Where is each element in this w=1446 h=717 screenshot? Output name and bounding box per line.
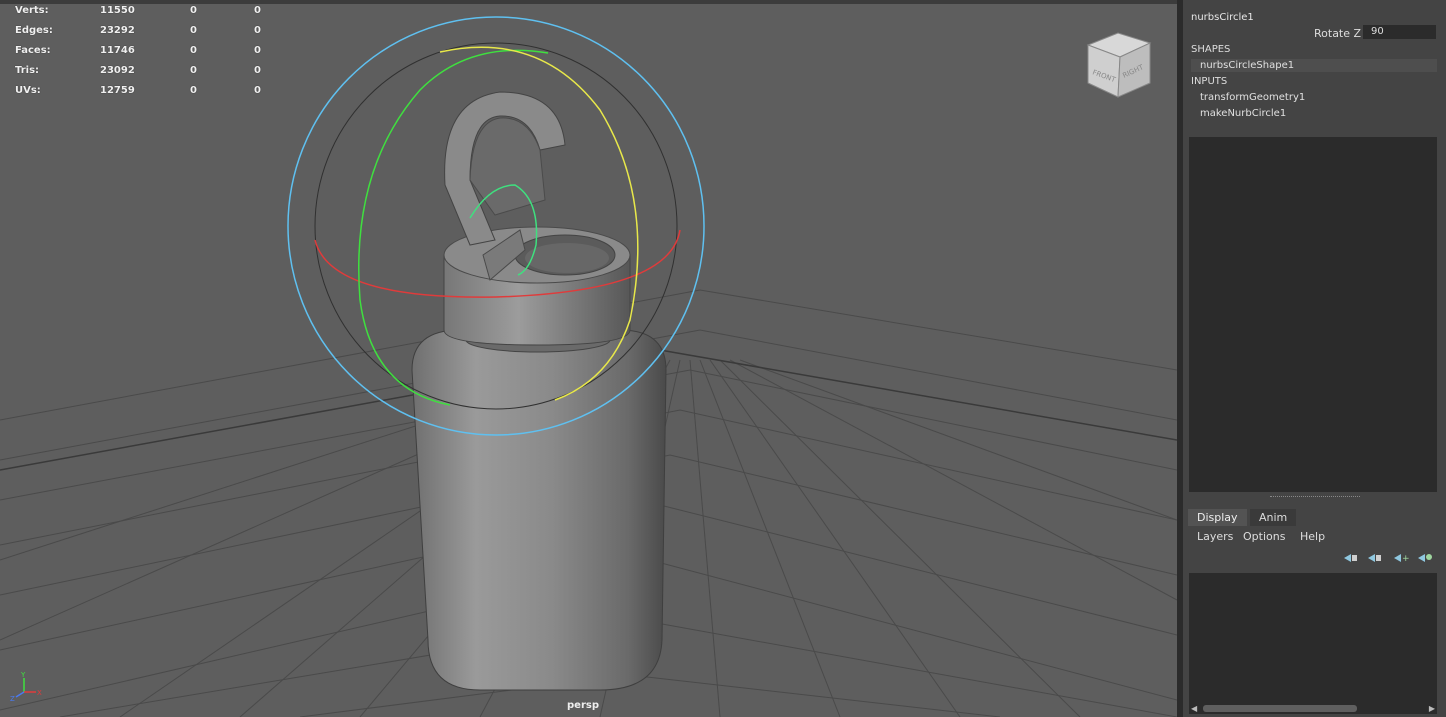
hud-value-component: 0 bbox=[254, 45, 261, 56]
input-node-make-nurb-circle[interactable]: makeNurbCircle1 bbox=[1200, 108, 1286, 119]
hud-row-uvs: UVs: 12759 0 0 bbox=[15, 85, 275, 105]
hud-label: Tris: bbox=[15, 65, 40, 76]
menu-layers[interactable]: Layers bbox=[1197, 530, 1233, 543]
hud-row-edges: Edges: 23292 0 0 bbox=[15, 25, 275, 45]
rotate-z-field[interactable]: 90 bbox=[1363, 25, 1436, 39]
hud-value-object: 11746 bbox=[100, 45, 135, 56]
hud-value-object: 23292 bbox=[100, 25, 135, 36]
hud-value-component: 0 bbox=[254, 25, 261, 36]
camera-name-label: persp bbox=[567, 700, 599, 711]
tab-anim[interactable]: Anim bbox=[1250, 509, 1297, 526]
viewport-toolbar-strip bbox=[0, 0, 1177, 4]
channel-box-empty-area bbox=[1189, 137, 1437, 492]
inputs-header: INPUTS bbox=[1191, 76, 1228, 87]
hud-value-selected: 0 bbox=[190, 85, 197, 96]
move-layer-down-icon[interactable] bbox=[1367, 552, 1383, 564]
scroll-thumb[interactable] bbox=[1203, 705, 1357, 712]
menu-help[interactable]: Help bbox=[1300, 530, 1325, 543]
hud-label: Edges: bbox=[15, 25, 53, 36]
perspective-viewport[interactable]: Verts: 11550 0 0 Edges: 23292 0 0 Faces:… bbox=[0, 0, 1177, 717]
scene-canvas[interactable] bbox=[0, 0, 1177, 717]
hud-label: UVs: bbox=[15, 85, 41, 96]
hud-value-selected: 0 bbox=[190, 65, 197, 76]
rotate-z-label[interactable]: Rotate Z bbox=[1314, 27, 1361, 40]
hud-label: Faces: bbox=[15, 45, 51, 56]
layer-list[interactable] bbox=[1189, 573, 1437, 703]
hud-value-object: 11550 bbox=[100, 5, 135, 16]
hud-value-object: 23092 bbox=[100, 65, 135, 76]
scroll-left-icon[interactable]: ◀ bbox=[1191, 704, 1197, 713]
hud-value-selected: 0 bbox=[190, 45, 197, 56]
scroll-right-icon[interactable]: ▶ bbox=[1429, 704, 1435, 713]
hud-row-faces: Faces: 11746 0 0 bbox=[15, 45, 275, 65]
axis-y-label: Y bbox=[20, 671, 26, 679]
hud-label: Verts: bbox=[15, 5, 49, 16]
hud-value-component: 0 bbox=[254, 85, 261, 96]
hud-value-selected: 0 bbox=[190, 25, 197, 36]
svg-text:+: + bbox=[1402, 554, 1409, 564]
hud-value-object: 12759 bbox=[100, 85, 135, 96]
selected-object-name[interactable]: nurbsCircle1 bbox=[1191, 12, 1254, 23]
axis-gizmo: Y X Z bbox=[10, 671, 42, 702]
hud-value-component: 0 bbox=[254, 65, 261, 76]
pane-resize-handle[interactable] bbox=[1270, 496, 1360, 499]
poly-count-hud: Verts: 11550 0 0 Edges: 23292 0 0 Faces:… bbox=[15, 5, 275, 105]
shapes-header: SHAPES bbox=[1191, 44, 1231, 55]
channel-box-panel: nurbsCircle1 Rotate Z 90 SHAPES nurbsCir… bbox=[1183, 0, 1446, 717]
hud-value-selected: 0 bbox=[190, 5, 197, 16]
bottle-mesh[interactable] bbox=[411, 91, 667, 691]
shape-node[interactable]: nurbsCircleShape1 bbox=[1191, 59, 1437, 72]
move-layer-up-icon[interactable] bbox=[1343, 552, 1359, 564]
layer-list-scrollbar[interactable]: ◀ ▶ bbox=[1189, 703, 1437, 714]
viewcube[interactable]: FRONT RIGHT bbox=[1084, 31, 1154, 101]
hud-row-tris: Tris: 23092 0 0 bbox=[15, 65, 275, 85]
hud-row-verts: Verts: 11550 0 0 bbox=[15, 5, 275, 25]
axis-z-label: Z bbox=[10, 695, 15, 702]
axis-x-label: X bbox=[37, 689, 42, 697]
menu-options[interactable]: Options bbox=[1243, 530, 1285, 543]
input-node-transform-geometry[interactable]: transformGeometry1 bbox=[1200, 92, 1305, 103]
new-layer-icon[interactable]: + bbox=[1393, 552, 1409, 564]
hud-value-component: 0 bbox=[254, 5, 261, 16]
tab-display[interactable]: Display bbox=[1188, 509, 1247, 526]
new-layer-from-selected-icon[interactable] bbox=[1417, 552, 1433, 564]
